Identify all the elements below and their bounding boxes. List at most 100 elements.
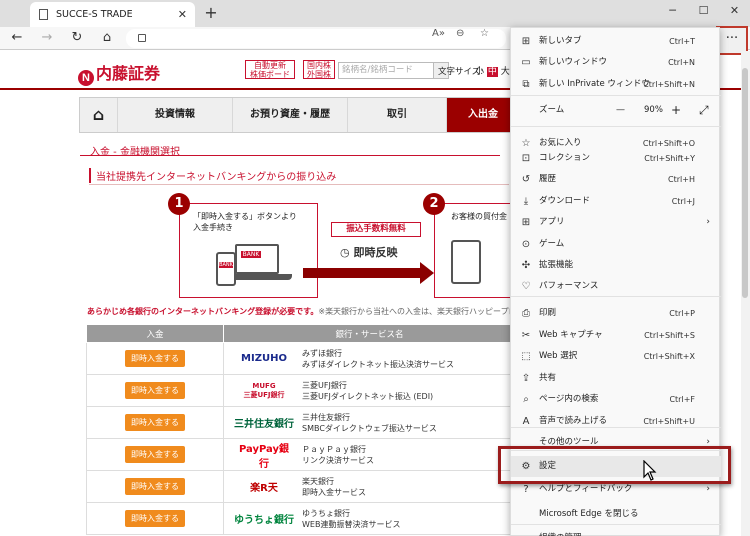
nav-deposit-withdraw[interactable]: 入出金	[447, 98, 519, 132]
menu-item-read-aloud[interactable]: A 音声で読み上げる Ctrl+Shift+U	[511, 411, 721, 432]
menu-item-label: Web 選択	[539, 351, 578, 361]
market-switch-link[interactable]: 国内株 外国株	[303, 60, 335, 79]
menu-item-performance[interactable]: ♡ パフォーマンス	[511, 276, 721, 297]
menu-item-download[interactable]: ⤓ ダウンロード Ctrl+J	[511, 191, 721, 212]
more-button-label: ···	[725, 31, 739, 46]
menu-item-collections[interactable]: ⊡ コレクション Ctrl+Shift+Y	[511, 148, 721, 169]
menu-item-apps[interactable]: ⊞ アプリ ›	[511, 212, 721, 233]
menu-item-shortcut: Ctrl+T	[669, 37, 695, 46]
menu-item-label: ダウンロード	[539, 196, 591, 206]
bank-logo: PayPay銀行	[238, 443, 290, 470]
menu-item-share[interactable]: ⇪ 共有	[511, 368, 721, 389]
menu-item-label: アプリ	[539, 217, 565, 227]
menu-item-print[interactable]: ⎙ 印刷 Ctrl+P	[511, 303, 721, 324]
nav-assets-history[interactable]: お預り資産・履歴	[233, 98, 348, 132]
maximize-button[interactable]: ☐	[688, 0, 719, 22]
deposit-cell: 即時入金する	[86, 374, 224, 407]
phone-illustration: BANK	[216, 252, 236, 286]
settings-highlight-box	[498, 446, 731, 484]
instant-deposit-button[interactable]: 即時入金する	[125, 510, 185, 527]
zoom-icon[interactable]: ⊖	[456, 28, 464, 39]
bank-cell: ゆうちょ銀行ゆうちょ銀行 WEB連動振替決済サービス	[223, 502, 516, 535]
instant-deposit-button[interactable]: 即時入金する	[125, 350, 185, 367]
instant-reflect-label: ◷ 即時反映	[340, 244, 397, 260]
instant-deposit-button[interactable]: 即時入金する	[125, 446, 185, 463]
nav-investment-info[interactable]: 投資情報	[118, 98, 233, 132]
menu-item-shortcut: Ctrl+Shift+N	[643, 80, 695, 89]
menu-item-games[interactable]: ⊙ ゲーム	[511, 234, 721, 255]
site-logo[interactable]: N 内藤証券	[78, 60, 160, 86]
bank-service: 即時入金サービス	[302, 487, 366, 497]
auto-update-board-link[interactable]: 自動更新 株価ボード	[245, 60, 295, 79]
back-icon[interactable]: ←	[6, 27, 28, 49]
web-select-icon: ⬚	[521, 351, 531, 362]
share-icon: ⇪	[521, 373, 531, 384]
home-icon[interactable]: ⌂	[96, 27, 118, 49]
table-row: 即時入金する ゆうちょ銀行ゆうちょ銀行 WEB連動振替決済サービス	[86, 502, 516, 535]
close-window-button[interactable]: ✕	[719, 0, 750, 22]
instant-deposit-button[interactable]: 即時入金する	[125, 414, 185, 431]
zoom-label: ズーム	[539, 105, 565, 115]
instant-deposit-button[interactable]: 即時入金する	[125, 478, 185, 495]
instant-deposit-button[interactable]: 即時入金する	[125, 382, 185, 399]
inprivate-icon: ⧉	[522, 79, 530, 90]
table-row: 即時入金する MUFG 三菱UFJ銀行三菱UFJ銀行 三菱UFJダイレクトネット振込…	[86, 374, 516, 407]
menu-item-history[interactable]: ↺ 履歴 Ctrl+H	[511, 169, 721, 190]
menu-item-label: 新しいウィンドウ	[539, 57, 608, 67]
notice-rest: ※楽天銀行から当社への入金は、楽天銀行ハッピープログラムの対象外	[318, 307, 517, 316]
menu-item-close-edge[interactable]: Microsoft Edge を閉じる	[511, 504, 721, 525]
zoom-out-button[interactable]: —	[616, 100, 625, 121]
menu-item-shortcut: Ctrl+Shift+X	[643, 352, 695, 361]
menu-separator	[511, 126, 721, 127]
menu-item-inprivate[interactable]: ⧉ 新しい InPrivate ウィンドウ Ctrl+Shift+N	[511, 74, 721, 95]
bank-info: みずほ銀行 みずほダイレクトネット振込決済サービス	[302, 348, 454, 370]
subtitle-divider	[80, 155, 500, 156]
menu-item-new-tab[interactable]: ⊞ 新しいタブ Ctrl+T	[511, 31, 721, 52]
menu-item-label: 拡張機能	[539, 260, 574, 270]
menu-item-label: 履歴	[539, 174, 557, 184]
menu-item-shortcut: Ctrl+Shift+Y	[644, 154, 695, 163]
full-screen-icon[interactable]: ⤢	[699, 100, 709, 121]
font-size-small[interactable]: 小	[475, 67, 484, 77]
address-bar[interactable]	[126, 29, 506, 48]
nav-trade[interactable]: 取引	[348, 98, 447, 132]
menu-item-extensions[interactable]: ✣ 拡張機能	[511, 255, 721, 276]
menu-item-find-on-page[interactable]: ⌕ ページ内の検索 Ctrl+F	[511, 389, 721, 410]
bank-logo: 三井住友銀行	[234, 419, 294, 430]
bank-name: ゆうちょ銀行	[302, 508, 350, 518]
zoom-in-button[interactable]: +	[671, 100, 681, 121]
col-header-bank: 銀行・サービス名	[223, 324, 516, 343]
deposit-cell: 即時入金する	[86, 470, 224, 503]
print-icon: ⎙	[522, 308, 530, 319]
extensions-icon: ✣	[521, 260, 531, 271]
phone-bank-label: BANK	[219, 262, 233, 268]
forward-icon[interactable]: →	[36, 27, 58, 49]
font-size-large[interactable]: 大	[501, 67, 510, 77]
bank-service: みずほダイレクトネット振込決済サービス	[302, 359, 454, 369]
table-row: 即時入金する MIZUHO みずほ銀行 みずほダイレクトネット振込決済サービス	[86, 342, 516, 375]
bank-info: ＰａｙＰａｙ銀行 リンク決済サービス	[302, 444, 374, 466]
menu-item-managed-by-org[interactable]: 組織の管理	[511, 528, 721, 536]
minimize-button[interactable]: ─	[657, 0, 688, 22]
menu-item-new-window[interactable]: ▭ 新しいウィンドウ Ctrl+N	[511, 52, 721, 73]
bank-cell: MUFG 三菱UFJ銀行三菱UFJ銀行 三菱UFJダイレクトネット振込 (EDI)	[223, 374, 516, 407]
nav-home-icon[interactable]: ⌂	[80, 98, 118, 132]
bank-name: 三菱UFJ銀行	[302, 380, 347, 390]
step2-number: 2	[423, 193, 445, 215]
refresh-icon[interactable]: ↻	[66, 27, 88, 49]
step1-number: 1	[168, 193, 190, 215]
new-tab-button[interactable]: +	[200, 2, 222, 24]
menu-item-web-capture[interactable]: ✂ Web キャプチャ Ctrl+Shift+S	[511, 325, 721, 346]
stock-search-input[interactable]: 銘柄名/銘柄コード	[338, 62, 434, 79]
new-tab-icon: ⊞	[521, 36, 531, 47]
deposit-cell: 即時入金する	[86, 342, 224, 375]
close-tab-icon[interactable]: ✕	[178, 2, 187, 27]
favorites-star-icon[interactable]: ☆	[480, 28, 489, 39]
menu-item-label: 印刷	[539, 308, 557, 318]
page-icon	[39, 9, 48, 20]
font-size-medium[interactable]: 中	[486, 67, 498, 77]
read-aloud-icon[interactable]: A»	[432, 28, 445, 39]
scrollbar-thumb[interactable]	[742, 68, 748, 298]
browser-tab[interactable]: SUCCE-S TRADE ✕	[30, 2, 195, 27]
menu-item-web-select[interactable]: ⬚ Web 選択 Ctrl+Shift+X	[511, 346, 721, 367]
